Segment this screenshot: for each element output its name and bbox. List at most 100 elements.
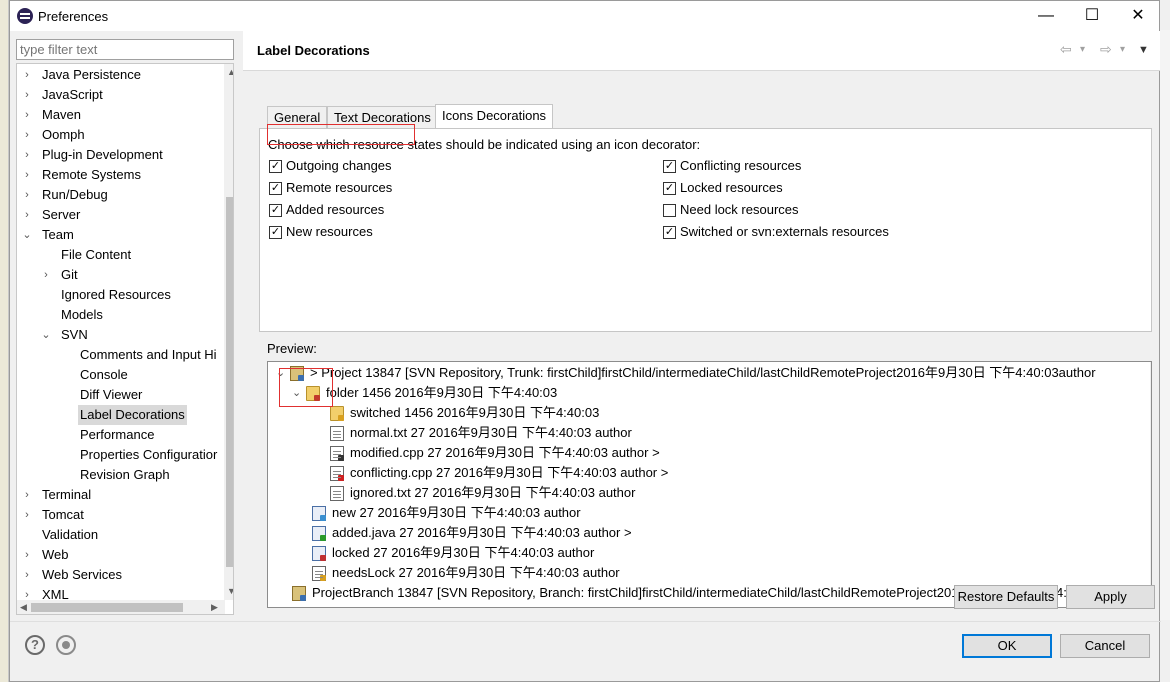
file-icon	[312, 566, 326, 581]
tree-item-label: Maven	[42, 107, 82, 122]
maximize-button[interactable]: ☐	[1069, 1, 1115, 31]
back-arrow-icon[interactable]: ⇦	[1060, 41, 1072, 58]
status-overlay-icon	[320, 575, 326, 581]
tree-item-label: Oomph	[42, 127, 85, 142]
preview-label: Preview:	[267, 341, 317, 356]
checkbox-checked[interactable]: ✓	[269, 182, 282, 195]
collapse-arrow-icon[interactable]: ›	[21, 485, 33, 505]
page-header: Label Decorations ⇦ ▾ ⇨ ▾ ▼	[243, 31, 1160, 71]
preferences-window: Preferences — ☐ ✕ ›XML›Web Services›WebV…	[9, 0, 1161, 682]
minimize-button[interactable]: —	[1023, 1, 1069, 31]
collapse-arrow-icon[interactable]: ›	[21, 505, 33, 525]
collapse-arrow-icon[interactable]: ›	[21, 545, 33, 565]
collapse-arrow-icon[interactable]: ›	[21, 565, 33, 585]
preview-row-label: locked 27 2016年9月30日 下午4:40:03 author	[332, 545, 595, 560]
checkbox-checked[interactable]: ✓	[663, 182, 676, 195]
tree-item-label: Diff Viewer	[80, 387, 143, 402]
collapse-arrow-icon[interactable]: ›	[21, 65, 33, 85]
status-overlay-icon	[320, 555, 326, 561]
expand-arrow-icon[interactable]: ⌄	[21, 225, 33, 245]
close-button[interactable]: ✕	[1115, 1, 1161, 31]
checkbox-label: Remote resources	[286, 180, 393, 195]
tree-item-label: Git	[61, 267, 78, 282]
help-icon[interactable]: ?	[25, 635, 45, 655]
tree-item-label: Team	[42, 227, 74, 242]
scroll-left-icon[interactable]: ◀	[20, 602, 27, 613]
tree-item-label: Web Services	[42, 567, 122, 582]
tree-horizontal-scrollbar[interactable]: ◀ ▶	[17, 600, 225, 614]
back-dropdown-icon[interactable]: ▾	[1080, 44, 1085, 55]
checkbox-label: Need lock resources	[680, 202, 799, 217]
preview-tree: ProjectBranch 13847 [SVN Repository, Bra…	[267, 361, 1152, 608]
tree-item-label: Revision Graph	[80, 467, 170, 482]
ok-button[interactable]: OK	[962, 634, 1052, 658]
tree-vertical-thumb[interactable]	[226, 197, 233, 567]
collapse-arrow-icon[interactable]: ›	[21, 165, 33, 185]
collapse-arrow-icon[interactable]: ›	[21, 85, 33, 105]
collapse-arrow-icon[interactable]: ›	[21, 145, 33, 165]
checkbox-checked[interactable]: ✓	[663, 160, 676, 173]
expand-arrow-icon[interactable]: ⌄	[40, 325, 52, 345]
preview-row-label: needsLock 27 2016年9月30日 下午4:40:03 author	[332, 565, 620, 580]
collapse-arrow-icon[interactable]: ›	[21, 105, 33, 125]
footer-separator	[10, 621, 1161, 622]
tree-item-label: Tomcat	[42, 507, 84, 522]
checkbox-checked[interactable]: ✓	[663, 226, 676, 239]
status-overlay-icon	[338, 455, 344, 461]
forward-dropdown-icon[interactable]: ▾	[1120, 44, 1125, 55]
collapse-arrow-icon[interactable]: ›	[21, 205, 33, 225]
tree-horizontal-thumb[interactable]	[31, 603, 183, 612]
tree-item-label: File Content	[61, 247, 132, 262]
scroll-right-icon[interactable]: ▶	[211, 602, 218, 613]
tree-item-label: Comments and Input Hi	[80, 347, 217, 362]
folder-icon	[330, 406, 344, 421]
tree-vertical-scrollbar[interactable]: ▲ ▼	[224, 64, 233, 600]
checkbox-checked[interactable]: ✓	[269, 160, 282, 173]
record-macro-icon[interactable]	[56, 635, 76, 655]
preview-row-label: > Project 13847 [SVN Repository, Trunk: …	[310, 365, 1096, 380]
preview-row-label: modified.cpp 27 2016年9月30日 下午4:40:03 aut…	[350, 445, 660, 460]
checkbox-checked[interactable]: ✓	[269, 204, 282, 217]
restore-defaults-button[interactable]: Restore Defaults	[954, 585, 1058, 609]
highlight-folder-icon	[279, 368, 333, 407]
checkbox-label: New resources	[286, 224, 373, 239]
project-icon	[292, 586, 306, 601]
tree-item-label: Run/Debug	[42, 187, 108, 202]
tree-item-label: Performance	[80, 427, 155, 442]
eclipse-app-icon	[17, 8, 33, 24]
scroll-up-icon[interactable]: ▲	[227, 67, 233, 77]
tree-item-label: Server	[42, 207, 81, 222]
cancel-button[interactable]: Cancel	[1060, 634, 1150, 658]
checkbox-label: Switched or svn:externals resources	[680, 224, 889, 239]
file-icon	[330, 426, 344, 441]
status-overlay-icon	[300, 595, 306, 601]
collapse-arrow-icon[interactable]: ›	[21, 185, 33, 205]
filter-input[interactable]	[16, 39, 234, 60]
file-icon	[330, 466, 344, 481]
collapse-arrow-icon[interactable]: ›	[40, 265, 52, 285]
tree-item-label: Models	[61, 307, 103, 322]
checkbox-unchecked[interactable]	[663, 204, 676, 217]
tree-item-label: Java Persistence	[42, 67, 141, 82]
apply-button[interactable]: Apply	[1066, 585, 1155, 609]
checkbox-label: Conflicting resources	[680, 158, 802, 173]
collapse-arrow-icon[interactable]: ›	[21, 125, 33, 145]
status-overlay-icon	[320, 535, 326, 541]
scroll-down-icon[interactable]: ▼	[227, 586, 233, 596]
highlight-outgoing-changes	[267, 124, 415, 145]
checkbox-checked[interactable]: ✓	[269, 226, 282, 239]
status-overlay-icon	[338, 415, 344, 421]
view-menu-icon[interactable]: ▼	[1138, 44, 1149, 56]
tree-item-label: Terminal	[42, 487, 92, 502]
checkbox-label: Added resources	[286, 202, 385, 217]
preview-vertical-scrollbar[interactable]: ▲ ▼	[1150, 362, 1151, 607]
tree-item-label: Web	[42, 547, 69, 562]
background-strip-right	[1160, 30, 1170, 620]
tree-item-label: Properties Configuratior	[80, 447, 218, 462]
java-icon	[312, 526, 326, 541]
file-icon	[330, 486, 344, 501]
status-overlay-icon	[320, 515, 326, 521]
tree-item-label: Label Decorations	[78, 405, 187, 425]
forward-arrow-icon[interactable]: ⇨	[1100, 41, 1112, 58]
tab-icons-decorations[interactable]: Icons Decorations	[435, 104, 554, 129]
